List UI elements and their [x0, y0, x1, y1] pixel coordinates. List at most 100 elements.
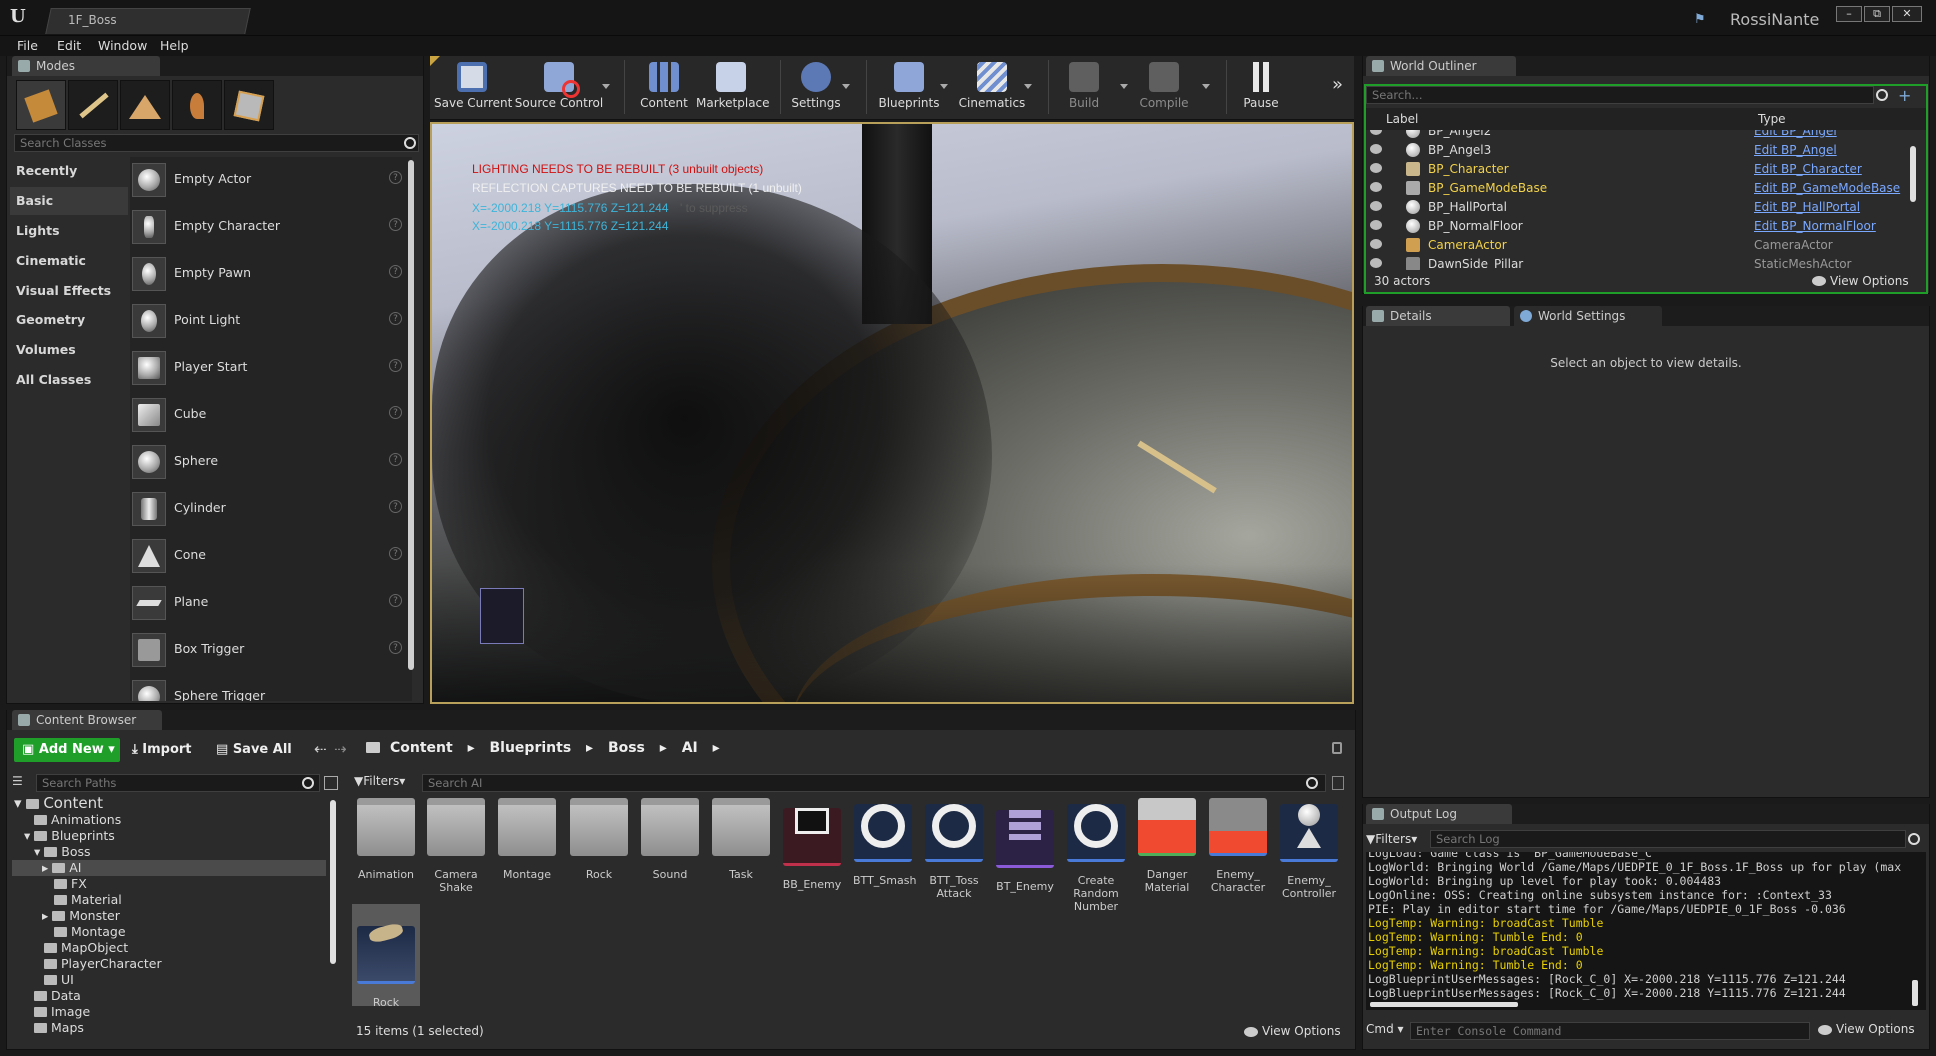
paint-mode-button[interactable]: [68, 80, 118, 130]
category-recently-placed[interactable]: Recently Placed: [10, 157, 128, 206]
eye-icon[interactable]: [1370, 201, 1382, 211]
help-icon[interactable]: ?: [389, 641, 402, 654]
help-icon[interactable]: ?: [389, 312, 402, 325]
placeable-item[interactable]: Sphere Trigger: [130, 674, 408, 701]
tree-item-blueprints[interactable]: ▾ Blueprints: [24, 828, 115, 844]
chevron-right-icon[interactable]: ▸: [586, 740, 593, 756]
tab-details[interactable]: Details: [1366, 306, 1510, 326]
chevron-right-icon[interactable]: ▸: [713, 740, 720, 756]
asset-tile[interactable]: Create Random Number: [1066, 798, 1126, 913]
eye-icon[interactable]: [1370, 239, 1382, 249]
minimize-button[interactable]: –: [1836, 6, 1862, 22]
asset-tile-selected[interactable]: Rock: [352, 904, 420, 1009]
placeable-item[interactable]: Empty Actor?: [130, 157, 408, 203]
search-log-input[interactable]: Search Log: [1430, 830, 1906, 848]
content-view-options[interactable]: View Options: [1262, 1024, 1341, 1038]
asset-tile[interactable]: Sound: [640, 798, 700, 908]
tree-item-fx[interactable]: FX: [54, 876, 87, 892]
eye-icon[interactable]: [1370, 144, 1382, 154]
tab-content-browser[interactable]: Content Browser: [12, 710, 162, 730]
settings-button[interactable]: Settings: [788, 58, 844, 116]
breadcrumb-content[interactable]: Content: [390, 740, 453, 756]
log-vertical-scrollbar[interactable]: [1912, 980, 1918, 1006]
category-volumes[interactable]: Volumes: [10, 336, 128, 364]
outliner-row[interactable]: BP_Character Edit BP_Character: [1366, 160, 1910, 179]
back-arrow-icon[interactable]: ⇠: [314, 740, 327, 758]
add-filter-icon[interactable]: +: [1898, 86, 1916, 105]
log-horizontal-scrollbar[interactable]: [1370, 1002, 1518, 1007]
outliner-row[interactable]: CameraActor CameraActor: [1366, 236, 1910, 255]
outliner-row[interactable]: BP_HallPortal Edit BP_HallPortal: [1366, 198, 1910, 217]
view-list-icon[interactable]: [324, 776, 338, 790]
category-geometry[interactable]: Geometry: [10, 306, 128, 334]
outliner-row[interactable]: BP_GameModeBase Edit BP_GameModeBase: [1366, 179, 1910, 198]
save-all-button[interactable]: ▤ Save All: [216, 742, 292, 757]
compile-button[interactable]: Compile: [1136, 58, 1192, 116]
asset-tile[interactable]: BT_Enemy: [995, 798, 1055, 908]
help-icon[interactable]: ?: [389, 359, 402, 372]
asset-tile[interactable]: Task: [711, 798, 771, 908]
search-paths-input[interactable]: Search Paths: [36, 774, 320, 792]
tree-item-playercharacter[interactable]: PlayerCharacter: [44, 956, 162, 972]
maximize-button[interactable]: ⧉: [1864, 6, 1890, 22]
placeable-item[interactable]: Empty Pawn?: [130, 251, 408, 297]
import-button[interactable]: ⤓ Import: [132, 742, 192, 757]
cinematics-dropdown-icon[interactable]: [1024, 84, 1032, 89]
blueprints-button[interactable]: Blueprints: [874, 58, 944, 116]
help-icon[interactable]: ?: [389, 171, 402, 184]
asset-tile[interactable]: BB_Enemy: [782, 798, 842, 908]
column-type[interactable]: Type: [1758, 112, 1786, 126]
toggle-sources-icon[interactable]: ☰: [12, 774, 36, 790]
tab-world-outliner[interactable]: World Outliner: [1366, 56, 1516, 76]
placeable-item[interactable]: Cube?: [130, 392, 408, 438]
tab-world-settings[interactable]: World Settings: [1514, 306, 1662, 326]
cinematics-button[interactable]: Cinematics: [956, 58, 1028, 116]
outliner-row[interactable]: DawnSide_Pillar StaticMeshActor: [1366, 255, 1910, 270]
asset-tile[interactable]: Montage: [497, 798, 557, 908]
menu-help[interactable]: Help: [160, 36, 189, 56]
tree-item-image[interactable]: Image: [34, 1004, 90, 1020]
log-filters-button[interactable]: ▼Filters▾: [1366, 832, 1424, 850]
tree-item-mapobject[interactable]: MapObject: [44, 940, 128, 956]
asset-tile[interactable]: Danger Material: [1137, 798, 1197, 908]
log-view[interactable]: LogLoad: Game class is 'BP_GameModeBase_…: [1366, 852, 1926, 1010]
pause-button[interactable]: Pause: [1236, 58, 1286, 116]
placeable-item[interactable]: Sphere?: [130, 439, 408, 485]
place-mode-button[interactable]: [16, 80, 66, 130]
toolbar-overflow-icon[interactable]: »: [1332, 74, 1343, 95]
asset-tile[interactable]: Enemy_ Controller: [1279, 798, 1339, 908]
asset-tile[interactable]: Rock: [569, 798, 629, 908]
help-icon[interactable]: ?: [389, 218, 402, 231]
asset-tile[interactable]: Enemy_ Character: [1208, 798, 1268, 908]
outliner-row[interactable]: BP_Angel2 Edit BP_Angel: [1366, 130, 1910, 141]
eye-icon[interactable]: [1370, 182, 1382, 192]
log-view-options[interactable]: View Options: [1836, 1022, 1915, 1036]
content-button[interactable]: Content: [636, 58, 692, 116]
close-button[interactable]: ✕: [1892, 6, 1922, 22]
category-all-classes[interactable]: All Classes: [10, 366, 128, 394]
breadcrumb-boss[interactable]: Boss: [608, 740, 645, 756]
category-visual-effects[interactable]: Visual Effects: [10, 277, 128, 305]
column-label[interactable]: Label: [1386, 112, 1418, 126]
save-current-button[interactable]: Save Current: [434, 58, 512, 116]
tree-item-monster[interactable]: ▸ Monster: [42, 908, 120, 924]
foliage-mode-button[interactable]: [172, 80, 222, 130]
landscape-mode-button[interactable]: [120, 80, 170, 130]
asset-tile[interactable]: Camera Shake: [426, 798, 486, 908]
cmd-dropdown[interactable]: Cmd ▾: [1366, 1022, 1404, 1036]
settings-dropdown-icon[interactable]: [842, 84, 850, 89]
placeable-item[interactable]: Cone?: [130, 533, 408, 579]
marketplace-button[interactable]: Marketplace: [696, 58, 770, 116]
category-basic[interactable]: Basic: [10, 187, 128, 215]
console-command-input[interactable]: Enter Console Command: [1410, 1022, 1810, 1040]
tree-scrollbar[interactable]: [330, 800, 336, 964]
help-icon[interactable]: ?: [389, 594, 402, 607]
menu-edit[interactable]: Edit: [57, 36, 81, 56]
build-button[interactable]: Build: [1058, 58, 1110, 116]
tab-output-log[interactable]: Output Log: [1366, 804, 1512, 824]
eye-icon[interactable]: [1370, 220, 1382, 230]
help-icon[interactable]: ?: [389, 406, 402, 419]
filters-button[interactable]: ▼Filters▾: [354, 774, 414, 792]
build-dropdown-icon[interactable]: [1120, 84, 1128, 89]
tree-item-animations[interactable]: Animations: [34, 812, 121, 828]
